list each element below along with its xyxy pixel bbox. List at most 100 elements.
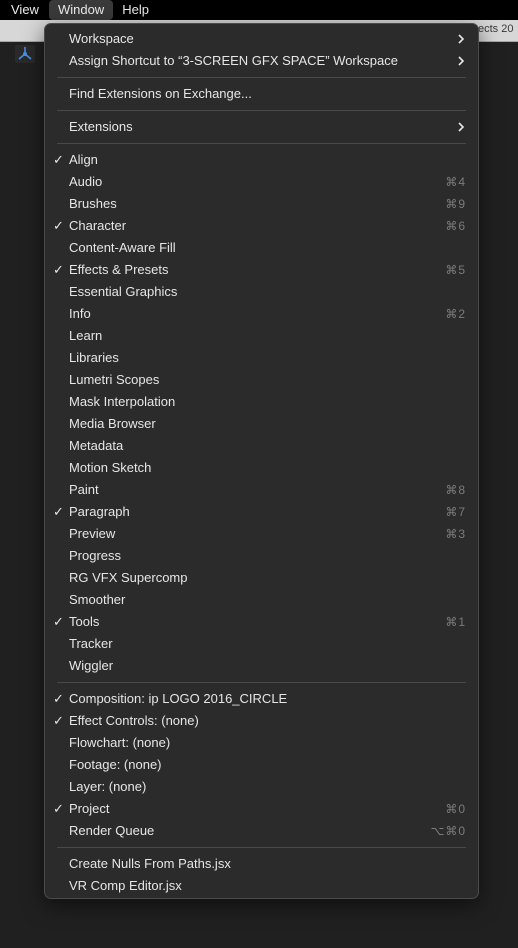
menu-item-render-queue[interactable]: Render Queue ⌥⌘0 [45,820,478,842]
menu-item-label: Lumetri Scopes [69,372,160,387]
checkmark-icon: ✓ [53,614,64,629]
menu-item-lumetri-scopes[interactable]: Lumetri Scopes [45,369,478,391]
menu-item-audio[interactable]: Audio ⌘4 [45,171,478,193]
menu-item-media-browser[interactable]: Media Browser [45,413,478,435]
menu-item-progress[interactable]: Progress [45,545,478,567]
menu-item-label: Flowchart: (none) [69,735,171,750]
menu-item-label: Extensions [69,119,133,134]
menu-item-label: Find Extensions on Exchange... [69,86,252,101]
menu-item-label: Effects & Presets [69,262,169,277]
menu-item-shortcut: ⌘3 [445,527,466,541]
menu-item-label: Align [69,152,98,167]
checkmark-icon: ✓ [53,152,64,167]
menu-item-assign-shortcut-to-3-screen-gfx-space-workspace[interactable]: Assign Shortcut to “3-SCREEN GFX SPACE” … [45,50,478,72]
menu-item-effects-presets[interactable]: ✓ Effects & Presets ⌘5 [45,259,478,281]
menu-item-character[interactable]: ✓ Character ⌘6 [45,215,478,237]
menu-item-find-extensions-on-exchange[interactable]: Find Extensions on Exchange... [45,83,478,105]
menu-item-shortcut: ⌘9 [445,197,466,211]
menu-item-motion-sketch[interactable]: Motion Sketch [45,457,478,479]
menu-help[interactable]: Help [113,0,158,20]
menu-item-paint[interactable]: Paint ⌘8 [45,479,478,501]
menu-item-label: Paint [69,482,99,497]
menu-item-label: Content-Aware Fill [69,240,176,255]
menu-item-label: Libraries [69,350,119,365]
menu-item-content-aware-fill[interactable]: Content-Aware Fill [45,237,478,259]
menu-item-shortcut: ⌘0 [445,802,466,816]
checkmark-icon: ✓ [53,218,64,233]
menu-item-label: Essential Graphics [69,284,178,299]
menu-item-label: Assign Shortcut to “3-SCREEN GFX SPACE” … [69,53,398,68]
menu-item-label: Info [69,306,91,321]
menu-item-shortcut: ⌘8 [445,483,466,497]
menu-item-info[interactable]: Info ⌘2 [45,303,478,325]
menu-item-label: Composition: ip LOGO 2016_CIRCLE [69,691,288,706]
menu-item-mask-interpolation[interactable]: Mask Interpolation [45,391,478,413]
menu-item-preview[interactable]: Preview ⌘3 [45,523,478,545]
menu-separator [57,110,466,111]
menu-item-flowchart-none[interactable]: Flowchart: (none) [45,732,478,754]
toolbar-anchor-icon[interactable] [15,45,35,63]
menu-item-label: Render Queue [69,823,155,838]
checkmark-icon: ✓ [53,262,64,277]
menu-item-layer-none[interactable]: Layer: (none) [45,776,478,798]
menu-item-label: Progress [69,548,122,563]
menu-item-align[interactable]: ✓ Align [45,149,478,171]
checkmark-icon: ✓ [53,801,64,816]
menu-item-learn[interactable]: Learn [45,325,478,347]
menu-item-brushes[interactable]: Brushes ⌘9 [45,193,478,215]
menu-item-libraries[interactable]: Libraries [45,347,478,369]
menu-item-label: Metadata [69,438,124,453]
submenu-chevron-icon [458,34,465,44]
menu-item-footage-none[interactable]: Footage: (none) [45,754,478,776]
window-title: ects 20 [478,23,514,35]
window-menu: Workspace Assign Shortcut to “3-SCREEN GF… [44,23,479,899]
menu-item-composition-ip-logo-2016-circle[interactable]: ✓ Composition: ip LOGO 2016_CIRCLE [45,688,478,710]
menu-item-wiggler[interactable]: Wiggler [45,655,478,677]
menu-item-workspace[interactable]: Workspace [45,28,478,50]
menu-view[interactable]: View [0,0,49,20]
menu-item-tracker[interactable]: Tracker [45,633,478,655]
menu-item-shortcut: ⌘7 [445,505,466,519]
menu-item-label: Mask Interpolation [69,394,176,409]
menu-item-tools[interactable]: ✓ Tools ⌘1 [45,611,478,633]
menu-item-label: Create Nulls From Paths.jsx [69,856,231,871]
menu-item-label: Smoother [69,592,126,607]
menu-item-shortcut: ⌥⌘0 [430,824,466,838]
checkmark-icon: ✓ [53,691,64,706]
menu-item-paragraph[interactable]: ✓ Paragraph ⌘7 [45,501,478,523]
menu-item-smoother[interactable]: Smoother [45,589,478,611]
menu-item-essential-graphics[interactable]: Essential Graphics [45,281,478,303]
menu-item-label: Motion Sketch [69,460,152,475]
menu-item-project[interactable]: ✓ Project ⌘0 [45,798,478,820]
menu-separator [57,143,466,144]
menu-item-label: Tools [69,614,100,629]
menu-item-label: Layer: (none) [69,779,147,794]
menu-item-create-nulls-from-paths-jsx[interactable]: Create Nulls From Paths.jsx [45,853,478,875]
menu-separator [57,77,466,78]
menu-item-shortcut: ⌘1 [445,615,466,629]
checkmark-icon: ✓ [53,713,64,728]
menu-item-label: Learn [69,328,103,343]
menu-item-vr-comp-editor-jsx[interactable]: VR Comp Editor.jsx [45,875,478,897]
menu-item-rg-vfx-supercomp[interactable]: RG VFX Supercomp [45,567,478,589]
menu-item-label: Footage: (none) [69,757,162,772]
menu-item-label: Tracker [69,636,113,651]
menu-item-label: RG VFX Supercomp [69,570,188,585]
menu-item-metadata[interactable]: Metadata [45,435,478,457]
menu-item-label: Workspace [69,31,134,46]
menu-item-shortcut: ⌘2 [445,307,466,321]
menu-item-label: Project [69,801,110,816]
menu-item-label: Audio [69,174,103,189]
menu-item-shortcut: ⌘6 [445,219,466,233]
menu-item-shortcut: ⌘5 [445,263,466,277]
menu-item-effect-controls-none[interactable]: ✓ Effect Controls: (none) [45,710,478,732]
menu-item-extensions[interactable]: Extensions [45,116,478,138]
menu-bar: View Window Help [0,0,518,20]
menu-separator [57,682,466,683]
menu-separator [57,847,466,848]
menu-item-label: Media Browser [69,416,156,431]
submenu-chevron-icon [458,122,465,132]
menu-window[interactable]: Window [48,0,114,20]
menu-item-label: VR Comp Editor.jsx [69,878,182,893]
menu-item-label: Preview [69,526,116,541]
